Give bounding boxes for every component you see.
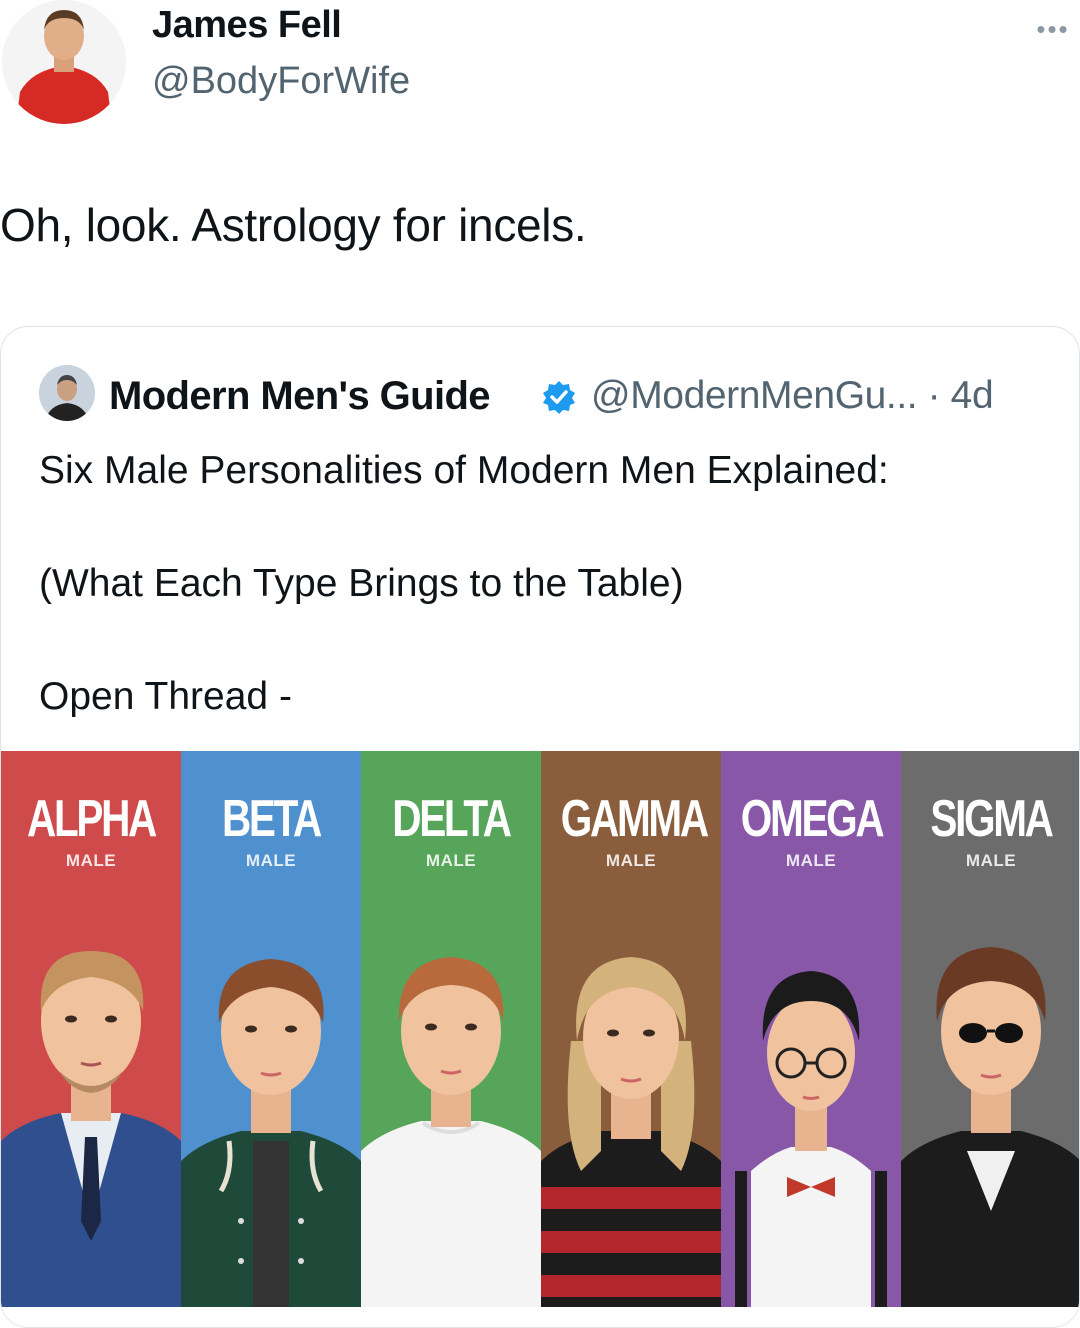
personality-infographic[interactable]: ALPHA MALE BETA MALE DELTA MALE GAMMA MA…: [1, 751, 1079, 1307]
quoted-author-name[interactable]: Modern Men's Guide: [109, 374, 491, 419]
beta-figure-illustration: [181, 959, 361, 1307]
avatar-image: [2, 0, 126, 124]
author-avatar[interactable]: [2, 0, 126, 124]
quoted-avatar[interactable]: [39, 365, 95, 421]
panel-title: BETA: [221, 790, 322, 848]
verified-badge-icon: [543, 381, 575, 414]
panel-gamma: GAMMA MALE: [541, 751, 721, 1307]
alpha-figure-illustration: [1, 951, 181, 1307]
panel-title: SIGMA: [930, 790, 1054, 848]
panel-subtitle: MALE: [425, 851, 477, 870]
panel-title: GAMMA: [560, 790, 709, 848]
quoted-tweet[interactable]: Modern Men's Guide @ModernMenGu... · 4d …: [0, 326, 1080, 1328]
quoted-text-line-2: (What Each Type Brings to the Table): [39, 562, 684, 605]
quoted-text-line-3: Open Thread -: [39, 675, 292, 718]
panel-title: OMEGA: [740, 790, 885, 848]
quoted-avatar-image: [39, 365, 95, 421]
panel-subtitle: MALE: [965, 851, 1017, 870]
panel-beta: BETA MALE: [181, 751, 361, 1307]
panel-omega: OMEGA MALE: [721, 751, 901, 1307]
panel-subtitle: MALE: [605, 851, 657, 870]
panel-subtitle: MALE: [785, 851, 837, 870]
quoted-text-line-1: Six Male Personalities of Modern Men Exp…: [39, 449, 889, 492]
omega-figure-illustration: [735, 971, 887, 1307]
sigma-figure-illustration: [901, 947, 1079, 1307]
panel-subtitle: MALE: [245, 851, 297, 870]
more-dots-icon[interactable]: •••: [1028, 16, 1078, 42]
author-name[interactable]: James Fell: [152, 4, 342, 47]
panel-subtitle: MALE: [65, 851, 117, 870]
delta-figure-illustration: [361, 957, 541, 1307]
panel-title: ALPHA: [26, 790, 157, 848]
quoted-handle-and-time[interactable]: @ModernMenGu... · 4d: [591, 374, 994, 418]
panel-sigma: SIGMA MALE: [901, 751, 1079, 1307]
panel-delta: DELTA MALE: [361, 751, 541, 1307]
author-handle[interactable]: @BodyForWife: [152, 60, 410, 103]
tweet-text: Oh, look. Astrology for incels.: [0, 199, 587, 251]
gamma-figure-illustration: [541, 957, 721, 1307]
panel-title: DELTA: [392, 790, 512, 848]
panel-alpha: ALPHA MALE: [1, 751, 181, 1307]
